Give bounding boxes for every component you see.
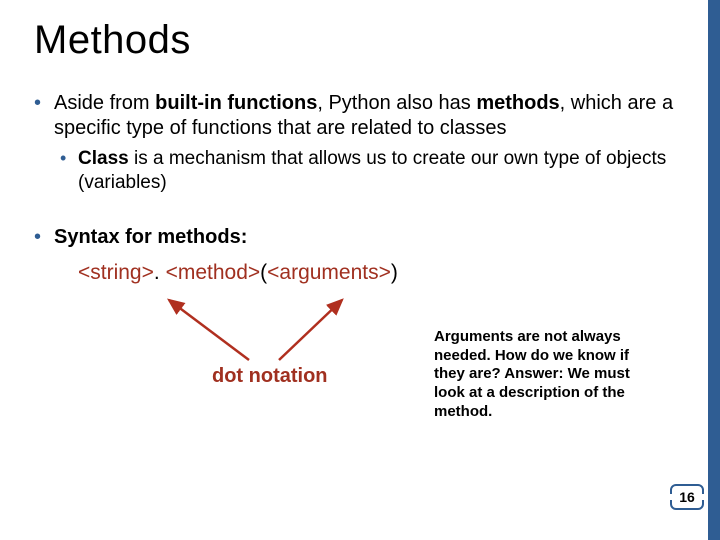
syntax-string: <string> (78, 261, 154, 284)
syntax-args: <arguments> (267, 261, 391, 284)
slide-title: Methods (34, 18, 690, 63)
bullet-1: Aside from built-in functions, Python al… (30, 91, 690, 195)
syntax-rparen: ) (391, 261, 398, 284)
syntax-dot: . (154, 261, 166, 284)
syntax-method: <method> (166, 261, 261, 284)
slide: Methods Aside from built-in functions, P… (0, 0, 720, 540)
page-number-badge: 16 (670, 484, 704, 510)
bold-text: methods (476, 92, 559, 114)
bold-text: built-in functions (155, 92, 317, 114)
text: is a mechanism that allows us to create … (78, 148, 666, 193)
syntax-line: <string>. <method>(<arguments>) (54, 260, 690, 286)
bold-text: Syntax for methods: (54, 226, 247, 248)
side-accent-bar (708, 0, 720, 540)
bullet-2: Syntax for methods: <string>. <method>(<… (30, 225, 690, 456)
text: Aside from (54, 92, 155, 114)
annotation-area: dot notation Arguments are not always ne… (54, 336, 690, 456)
sub-bullet-1: Class is a mechanism that allows us to c… (54, 147, 690, 195)
page-number: 16 (679, 489, 695, 505)
text: , Python also has (317, 92, 476, 114)
bold-text: Class (78, 148, 129, 169)
sub-bullet-list: Class is a mechanism that allows us to c… (54, 147, 690, 195)
arguments-note: Arguments are not always needed. How do … (434, 328, 654, 422)
bullet-list: Aside from built-in functions, Python al… (30, 91, 690, 456)
dot-notation-label: dot notation (212, 364, 328, 389)
